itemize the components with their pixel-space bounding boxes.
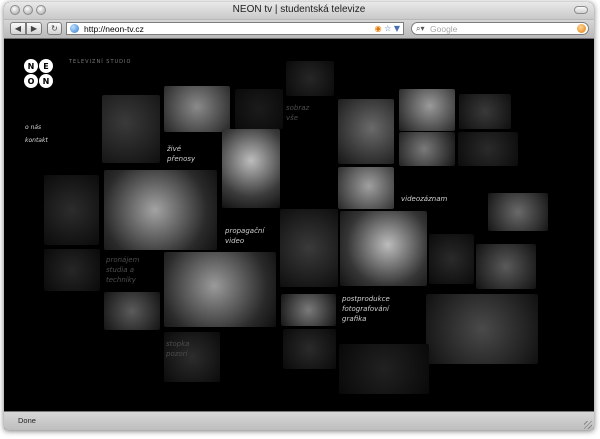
url-text: http://neon-tv.cz (84, 24, 144, 34)
mosaic-tile[interactable] (426, 294, 538, 364)
logo-letter: O (24, 74, 38, 88)
status-bar: Done (4, 411, 594, 430)
label-videozaznam[interactable]: videozáznam (401, 194, 447, 204)
mosaic-tile[interactable] (459, 94, 511, 129)
logo-letter: E (39, 59, 53, 73)
status-text: Done (18, 416, 36, 425)
browser-toolbar: ◀ ▶ ↻ http://neon-tv.cz ◉ ☆ ▼ ⌕▾ Google (4, 20, 594, 39)
mosaic-tile[interactable] (280, 209, 338, 287)
mosaic-tile[interactable] (399, 89, 455, 131)
resize-grip-icon[interactable] (584, 421, 592, 429)
label-pronajem[interactable]: pronájem studia a techniky (106, 255, 139, 285)
mosaic-tile[interactable] (281, 294, 336, 326)
mosaic-tile[interactable] (340, 211, 427, 286)
chevron-down-icon[interactable]: ▼ (394, 24, 400, 33)
mosaic-tile[interactable] (399, 132, 455, 166)
toolbar-toggle-button[interactable] (574, 6, 588, 14)
label-sobraz[interactable]: sobraz vše (286, 103, 309, 123)
forward-button[interactable]: ▶ (26, 22, 42, 35)
search-icon: ⌕▾ (416, 24, 425, 33)
mosaic-tile[interactable] (338, 167, 394, 209)
mosaic-tile[interactable] (235, 89, 283, 129)
reload-icon: ↻ (51, 24, 58, 33)
mosaic-tile[interactable] (104, 292, 160, 330)
logo-letter: N (24, 59, 38, 73)
search-go-button[interactable] (577, 24, 586, 33)
left-nav: o nás kontakt (25, 121, 48, 147)
mosaic-tile[interactable] (476, 244, 536, 289)
studio-label: TELEVIZNÍ STUDIO (69, 59, 132, 65)
mosaic-tile[interactable] (104, 170, 217, 250)
mosaic-tile[interactable] (429, 234, 474, 284)
globe-icon (70, 24, 79, 33)
mosaic-tile[interactable] (283, 329, 336, 369)
browser-window: NEON tv | studentská televize ◀ ▶ ↻ http… (4, 2, 594, 430)
label-propagacni-video[interactable]: propagační video (225, 226, 264, 246)
nav-kontakt[interactable]: kontakt (25, 134, 48, 147)
mosaic-tile[interactable] (286, 61, 334, 96)
bookmark-star-icon[interactable]: ☆ (384, 24, 391, 33)
address-bar[interactable]: http://neon-tv.cz ◉ ☆ ▼ (66, 22, 404, 35)
mosaic-tile[interactable] (339, 344, 429, 394)
search-input[interactable]: Google (430, 23, 457, 35)
titlebar: NEON tv | studentská televize (4, 2, 594, 20)
rss-icon[interactable]: ◉ (375, 24, 382, 33)
mosaic-tile[interactable] (338, 99, 394, 164)
search-bar[interactable]: ⌕▾ Google (411, 22, 589, 35)
mosaic-tile[interactable] (44, 175, 99, 245)
logo-letter: N (39, 74, 53, 88)
label-stopka[interactable]: stopka pozorí (166, 339, 189, 359)
mosaic-tile[interactable] (488, 193, 548, 231)
label-zive-prenosy[interactable]: živé přenosy (167, 144, 195, 164)
mosaic-tile[interactable] (222, 129, 280, 208)
window-title: NEON tv | studentská televize (232, 4, 366, 15)
nav-o-nas[interactable]: o nás (25, 121, 48, 134)
forward-arrow-icon: ▶ (30, 24, 38, 33)
neon-logo[interactable]: N E O N (24, 59, 64, 93)
page-content: N E O N TELEVIZNÍ STUDIO o nás kontakt s… (4, 39, 594, 411)
reload-button[interactable]: ↻ (47, 22, 62, 35)
mosaic-tile[interactable] (102, 95, 160, 163)
back-arrow-icon: ◀ (14, 24, 22, 33)
mosaic-tile[interactable] (164, 86, 230, 132)
mosaic-tile[interactable] (164, 252, 276, 327)
mosaic-tile[interactable] (44, 249, 100, 291)
mosaic-tile[interactable] (458, 132, 518, 166)
url-bar-icons: ◉ ☆ ▼ (375, 23, 400, 35)
back-button[interactable]: ◀ (10, 22, 26, 35)
label-postprodukce[interactable]: postprodukce fotografování grafika (342, 294, 390, 324)
